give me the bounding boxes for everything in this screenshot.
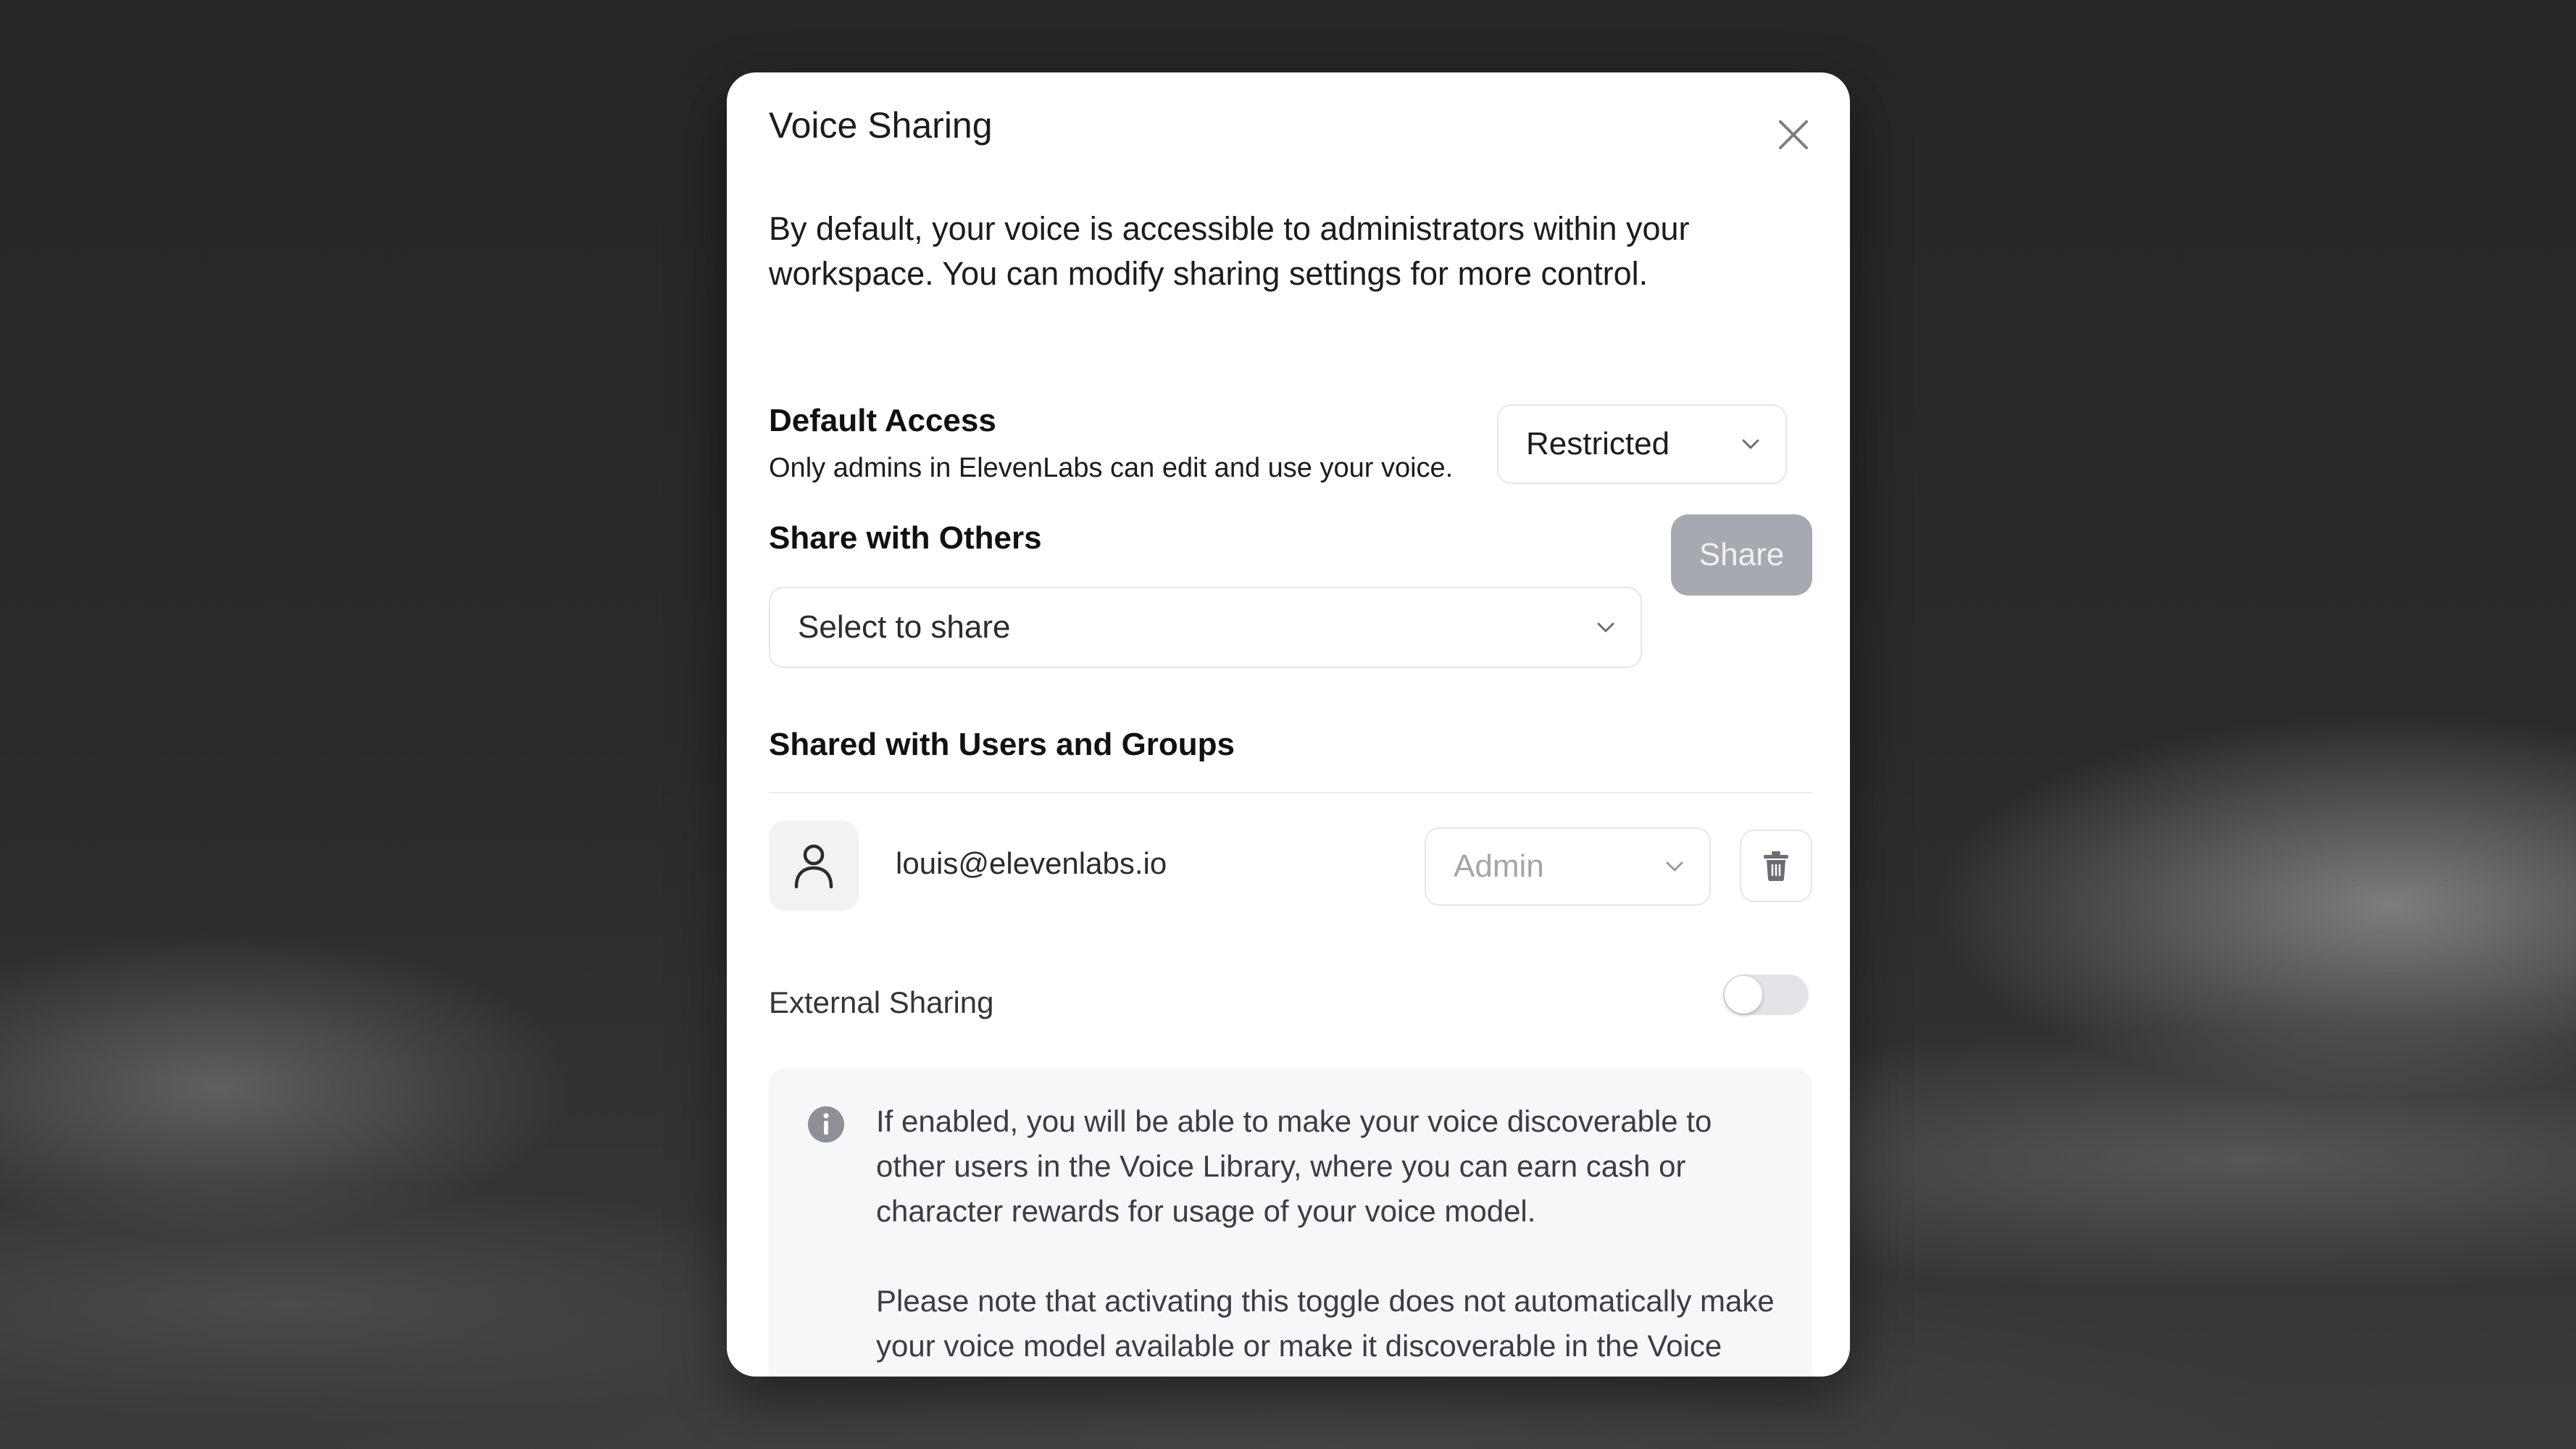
info-icon bbox=[808, 1106, 844, 1143]
share-button[interactable]: Share bbox=[1671, 514, 1812, 596]
share-target-select[interactable]: Select to share bbox=[769, 587, 1642, 668]
default-access-select[interactable]: Restricted bbox=[1497, 404, 1787, 484]
info-paragraph: Please note that activating this toggle … bbox=[876, 1284, 1775, 1377]
toggle-knob bbox=[1725, 976, 1762, 1014]
chevron-down-icon bbox=[1597, 622, 1614, 632]
share-target-placeholder: Select to share bbox=[798, 609, 1011, 645]
info-paragraph: If enabled, you will be able to make you… bbox=[876, 1104, 1712, 1228]
default-access-value: Restricted bbox=[1526, 426, 1670, 462]
external-sharing-info-text: If enabled, you will be able to make you… bbox=[876, 1099, 1782, 1377]
share-with-others-heading: Share with Others bbox=[769, 520, 1042, 556]
chevron-down-icon bbox=[1742, 439, 1759, 449]
chevron-down-icon bbox=[1666, 861, 1683, 872]
avatar bbox=[769, 821, 859, 911]
shared-user-email: louis@elevenlabs.io bbox=[896, 846, 1167, 880]
shared-user-role: Admin bbox=[1454, 848, 1544, 884]
dialog-intro-text: By default, your voice is accessible to … bbox=[769, 210, 1690, 292]
remove-share-button[interactable] bbox=[1740, 830, 1812, 902]
dialog-title: Voice Sharing bbox=[769, 105, 993, 146]
external-sharing-info-box: If enabled, you will be able to make you… bbox=[769, 1069, 1812, 1377]
default-access-heading: Default Access bbox=[769, 403, 996, 438]
close-button[interactable] bbox=[1766, 107, 1821, 162]
section-divider bbox=[769, 792, 1812, 793]
external-sharing-label: External Sharing bbox=[769, 985, 994, 1019]
external-sharing-toggle[interactable] bbox=[1723, 974, 1809, 1015]
shared-with-heading: Shared with Users and Groups bbox=[769, 727, 1235, 762]
close-icon bbox=[1779, 120, 1808, 149]
trash-icon bbox=[1764, 851, 1788, 881]
default-access-description: Only admins in ElevenLabs can edit and u… bbox=[769, 453, 1454, 483]
user-icon bbox=[794, 844, 833, 889]
shared-user-role-select[interactable]: Admin bbox=[1425, 827, 1711, 906]
voice-sharing-dialog: Voice Sharing By default, your voice is … bbox=[727, 72, 1850, 1377]
